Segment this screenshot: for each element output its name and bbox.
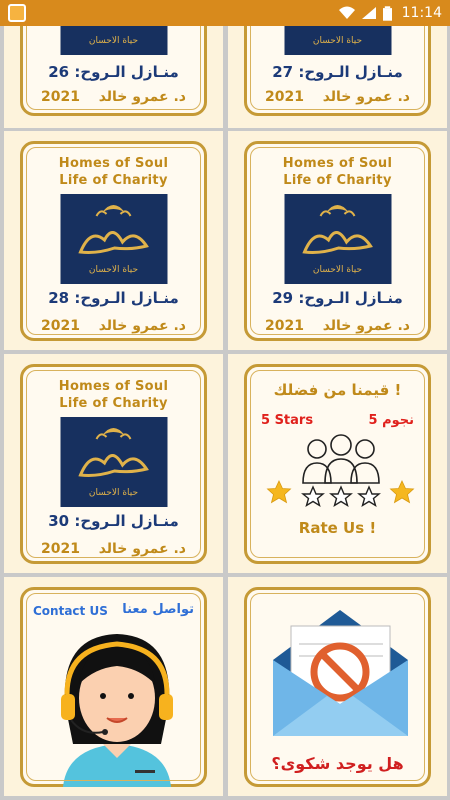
contact-label-ar: تواصل معنا	[122, 602, 194, 617]
card-author: د. عمرو خالد	[98, 89, 186, 105]
title-en-line2: Life of Charity	[283, 173, 392, 188]
card-frame: حياة الاحسان منـازل الـروح: 27 2021 د. ع…	[244, 26, 431, 116]
episode-card-28[interactable]: Homes of Soul Life of Charity حياة الاحس…	[4, 131, 223, 350]
card-year: 2021	[265, 89, 304, 105]
signal-icon	[361, 7, 376, 19]
episode-title: منـازل الـروح: 28	[48, 289, 179, 307]
support-agent-icon	[61, 634, 173, 787]
cover-image: حياة الاحسان	[60, 26, 167, 55]
card-author: د. عمرو خالد	[322, 318, 410, 334]
episode-card-26[interactable]: حياة الاحسان منـازل الـروح: 26 2021 د. ع…	[4, 26, 223, 128]
card-frame: Homes of Soul Life of Charity حياة الاحس…	[244, 141, 431, 341]
title-en-line2: Life of Charity	[59, 173, 168, 188]
manazel-logo-icon: حياة الاحسان	[284, 26, 391, 55]
card-footer: 2021 د. عمرو خالد	[23, 89, 204, 105]
card-footer: 2021 د. عمرو خالد	[247, 318, 428, 334]
card-year: 2021	[41, 541, 80, 557]
card-footer: 2021 د. عمرو خالد	[247, 89, 428, 105]
stars-label-en: 5 Stars	[261, 413, 314, 428]
svg-text:حياة الاحسان: حياة الاحسان	[88, 265, 137, 275]
title-en-line1: Homes of Soul	[58, 156, 169, 171]
contact-label-en: Contact US	[33, 604, 108, 618]
svg-text:حياة الاحسان: حياة الاحسان	[312, 265, 361, 275]
episode-card-27[interactable]: حياة الاحسان منـازل الـروح: 27 2021 د. ع…	[228, 26, 447, 128]
battery-icon	[382, 5, 392, 21]
card-author: د. عمرو خالد	[98, 318, 186, 334]
envelope-blocked-icon	[273, 610, 408, 736]
cover-image: حياة الاحسان	[60, 194, 167, 284]
rate-us-button[interactable]: Rate Us !	[247, 519, 428, 537]
card-frame: Homes of Soul Life of Charity حياة الاحس…	[20, 141, 207, 341]
manazel-logo-icon: حياة الاحسان	[60, 417, 167, 507]
title-en-line1: Homes of Soul	[282, 156, 393, 171]
complaint-button[interactable]: هل يوجد شكوى؟	[247, 754, 428, 773]
episode-card-29[interactable]: Homes of Soul Life of Charity حياة الاحس…	[228, 131, 447, 350]
card-year: 2021	[265, 318, 304, 334]
card-author: د. عمرو خالد	[98, 541, 186, 557]
manazel-logo-icon: حياة الاحسان	[60, 26, 167, 55]
status-bar: 11:14	[0, 0, 450, 26]
title-en-line1: Homes of Soul	[58, 379, 169, 394]
card-frame: حياة الاحسان منـازل الـروح: 26 2021 د. ع…	[20, 26, 207, 116]
card-year: 2021	[41, 318, 80, 334]
title-en-line2: Life of Charity	[59, 396, 168, 411]
status-icons: 11:14	[338, 0, 442, 26]
card-frame: قيمنا من فضلك ! 5 نجوم 5 Stars Rate Us !	[244, 364, 431, 564]
svg-text:حياة الاحسان: حياة الاحسان	[88, 488, 137, 498]
rate-title: قيمنا من فضلك !	[273, 381, 402, 399]
cover-image: حياة الاحسان	[284, 26, 391, 55]
card-year: 2021	[41, 89, 80, 105]
episode-title: منـازل الـروح: 27	[272, 63, 403, 81]
rate-us-card[interactable]: قيمنا من فضلك ! 5 نجوم 5 Stars Rate Us !	[228, 354, 447, 573]
clock: 11:14	[401, 5, 442, 21]
manazel-logo-icon: حياة الاحسان	[60, 194, 167, 284]
card-frame: Contact US تواصل معنا	[20, 587, 207, 787]
card-footer: 2021 د. عمرو خالد	[23, 318, 204, 334]
manazel-logo-icon: حياة الاحسان	[284, 194, 391, 284]
app-notification-icon	[8, 4, 26, 22]
card-footer: 2021 د. عمرو خالد	[23, 541, 204, 557]
card-frame: هل يوجد شكوى؟	[244, 587, 431, 787]
card-author: د. عمرو خالد	[322, 89, 410, 105]
card-frame: Homes of Soul Life of Charity حياة الاحس…	[20, 364, 207, 564]
people-rating-icon	[266, 434, 415, 508]
cover-image: حياة الاحسان	[284, 194, 391, 284]
wifi-icon	[338, 6, 355, 19]
episode-title: منـازل الـروح: 26	[48, 63, 179, 81]
svg-text:حياة الاحسان: حياة الاحسان	[88, 36, 137, 46]
complaint-card[interactable]: هل يوجد شكوى؟	[228, 577, 447, 796]
stars-label-ar: 5 نجوم	[368, 413, 414, 428]
cover-image: حياة الاحسان	[60, 417, 167, 507]
episode-title: منـازل الـروح: 29	[272, 289, 403, 307]
episode-title: منـازل الـروح: 30	[48, 512, 179, 530]
episode-card-30[interactable]: Homes of Soul Life of Charity حياة الاحس…	[4, 354, 223, 573]
contact-card[interactable]: Contact US تواصل معنا	[4, 577, 223, 796]
svg-text:حياة الاحسان: حياة الاحسان	[312, 36, 361, 46]
content-grid: حياة الاحسان منـازل الـروح: 26 2021 د. ع…	[0, 26, 450, 800]
